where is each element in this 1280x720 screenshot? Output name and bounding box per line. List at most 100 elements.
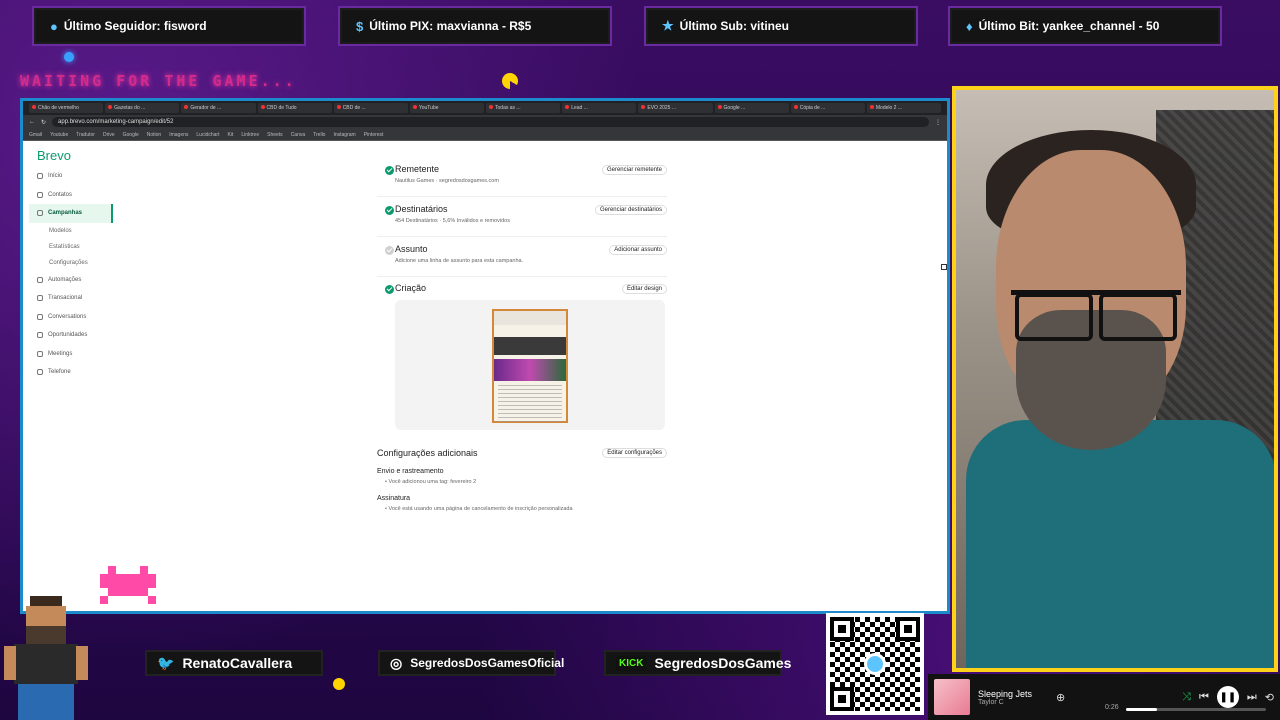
- transactional-icon: [37, 295, 43, 302]
- brevo-logo[interactable]: Brevo: [29, 144, 113, 167]
- social-twitter: 🐦 RenatoCavallera: [145, 650, 323, 676]
- chat-icon: [37, 313, 43, 320]
- bookmark[interactable]: Sheets: [267, 132, 283, 138]
- browser-tab[interactable]: CBD de Tudo: [257, 103, 332, 113]
- sidebar-sub-modelos[interactable]: Modelos: [29, 223, 113, 239]
- section-sender: Remetente Nautilus Games · segredosdosga…: [377, 164, 667, 184]
- previous-icon[interactable]: ⏮: [1199, 691, 1209, 704]
- pending-icon: [385, 246, 394, 255]
- user-icon: ●: [50, 18, 58, 34]
- alert-last-follower: ● Último Seguidor: fisword: [34, 8, 304, 44]
- social-kick: KICK SegredosDosGames: [604, 650, 791, 676]
- sidebar-item-campanhas[interactable]: Campanhas: [29, 204, 113, 223]
- bookmark[interactable]: Imagens: [169, 132, 188, 138]
- sidebar-sub-configuracoes[interactable]: Configurações: [29, 255, 113, 271]
- alert-label: Último PIX: maxvianna - R$5: [369, 19, 532, 33]
- sidebar-item-automacoes[interactable]: Automações: [29, 271, 113, 290]
- section-design: Criação Editar design: [377, 283, 667, 294]
- browser-tab[interactable]: Cópia de ...: [790, 103, 865, 113]
- edit-settings-button[interactable]: Editar configurações: [602, 448, 667, 458]
- shuffle-icon[interactable]: ⤨: [1182, 691, 1191, 704]
- pixel-avatar: [4, 596, 88, 720]
- section-recipients: Destinatários 454 Destinatários · 5,6% I…: [377, 204, 667, 224]
- browser-tab[interactable]: Google ...: [714, 103, 789, 113]
- bookmark[interactable]: Canva: [291, 132, 305, 138]
- brevo-page: Brevo Início Contatos Campanhas Modelos …: [23, 144, 947, 611]
- bookmark[interactable]: Drive: [103, 132, 115, 138]
- url-field[interactable]: app.brevo.com/marketing-campaign/edit/52: [52, 117, 929, 127]
- manage-recipients-button[interactable]: Gerenciar destinatários: [594, 205, 667, 215]
- browser-tab[interactable]: Gerador de ...: [181, 103, 256, 113]
- bookmark[interactable]: Instagram: [333, 132, 355, 138]
- next-icon[interactable]: ⏭: [1247, 691, 1257, 704]
- add-icon[interactable]: ⊕: [1056, 691, 1065, 704]
- star-icon: ★: [662, 18, 674, 33]
- sidebar-item-transacional[interactable]: Transacional: [29, 289, 113, 308]
- bookmark[interactable]: Lucidchart: [196, 132, 219, 138]
- section-subtitle: 454 Destinatários · 5,6% Inválidos e rem…: [395, 218, 510, 224]
- signature-label: Assinatura: [377, 495, 411, 502]
- browser-tab[interactable]: Chão de vermelho: [29, 103, 104, 113]
- track-artist: Taylor C: [978, 698, 1004, 706]
- bookmark[interactable]: Tradutor: [76, 132, 95, 138]
- browser-tab[interactable]: Modelo 2 ...: [866, 103, 942, 113]
- alert-label: Último Seguidor: fisword: [63, 19, 207, 33]
- email-thumbnail: [492, 309, 568, 425]
- track-info: Sleeping Jets Taylor C: [978, 689, 1048, 706]
- bookmark[interactable]: Trello: [313, 132, 325, 138]
- scrollbar[interactable]: [941, 264, 947, 270]
- browser-tab[interactable]: Todas as ...: [486, 103, 561, 113]
- bookmark[interactable]: Gmail: [29, 132, 42, 138]
- browser-tab[interactable]: Gazetas do ...: [105, 103, 180, 113]
- section-subtitle: Nautilus Games · segredosdosgames.com: [395, 178, 499, 184]
- section-subtitle: Adicione uma linha de assunto para esta …: [395, 258, 524, 264]
- progress-bar[interactable]: [1126, 708, 1266, 711]
- manage-sender-button[interactable]: Gerenciar remetente: [601, 165, 667, 175]
- alert-label: Último Sub: vitineu: [679, 19, 789, 33]
- sidebar-item-oportunidades[interactable]: Oportunidades: [29, 326, 113, 345]
- alert-last-bit: ♦ Último Bit: yankee_channel - 50: [950, 8, 1220, 44]
- browser-tab[interactable]: CBD de ...: [333, 103, 408, 113]
- sidebar-item-telefone[interactable]: Telefone: [29, 363, 113, 382]
- livepix-icon: [864, 653, 886, 675]
- signature-text: • Você está usando uma página de cancela…: [385, 506, 573, 512]
- sidebar-item-inicio[interactable]: Início: [29, 167, 113, 186]
- extensions-icon[interactable]: ⋮: [935, 119, 941, 126]
- qr-code: [826, 613, 924, 715]
- bookmark[interactable]: Pinterest: [364, 132, 384, 138]
- address-bar: ← ↻ app.brevo.com/marketing-campaign/edi…: [23, 115, 947, 129]
- browser-tab[interactable]: YouTube: [409, 103, 485, 113]
- sidebar-item-conversations[interactable]: Conversations: [29, 308, 113, 327]
- divider: [377, 196, 667, 197]
- dollar-icon: $: [356, 18, 364, 34]
- browser-tab[interactable]: Lead ...: [562, 103, 637, 113]
- divider: [377, 236, 667, 237]
- glasses: [1011, 290, 1181, 341]
- sidebar-sub-estatisticas[interactable]: Estatísticas: [29, 239, 113, 255]
- alert-label: Último Bit: yankee_channel - 50: [978, 19, 1160, 33]
- home-icon: [37, 173, 43, 180]
- streamer-shirt: [966, 420, 1274, 668]
- pause-button[interactable]: ❚❚: [1216, 686, 1239, 708]
- back-icon[interactable]: ←: [29, 119, 35, 125]
- pacman-icon: [502, 73, 518, 89]
- edit-design-button[interactable]: Editar design: [621, 284, 667, 294]
- sidebar-item-contatos[interactable]: Contatos: [29, 186, 113, 205]
- check-icon: [385, 166, 394, 175]
- alert-last-sub: ★ Último Sub: vitineu: [646, 8, 916, 44]
- bookmarks-bar: Gmail Youtube Tradutor Drive Google Noti…: [23, 129, 947, 141]
- bookmark[interactable]: Youtube: [50, 132, 68, 138]
- repeat-icon[interactable]: ⟲: [1265, 691, 1274, 704]
- track-name: Sleeping Jets: [978, 688, 1033, 699]
- tab-strip: Chão de vermelho Gazetas do ... Gerador …: [23, 101, 947, 115]
- bookmark[interactable]: Kit: [227, 132, 233, 138]
- send-icon: [37, 210, 43, 217]
- sidebar-item-meetings[interactable]: Meetings: [29, 345, 113, 364]
- browser-tab[interactable]: EVO 2025 ...: [638, 103, 713, 113]
- email-preview[interactable]: [395, 300, 665, 430]
- bookmark[interactable]: Notion: [147, 132, 161, 138]
- reload-icon[interactable]: ↻: [41, 119, 46, 126]
- bookmark[interactable]: Google: [123, 132, 139, 138]
- add-subject-button[interactable]: Adicionar assunto: [609, 245, 667, 255]
- bookmark[interactable]: Linktree: [241, 132, 259, 138]
